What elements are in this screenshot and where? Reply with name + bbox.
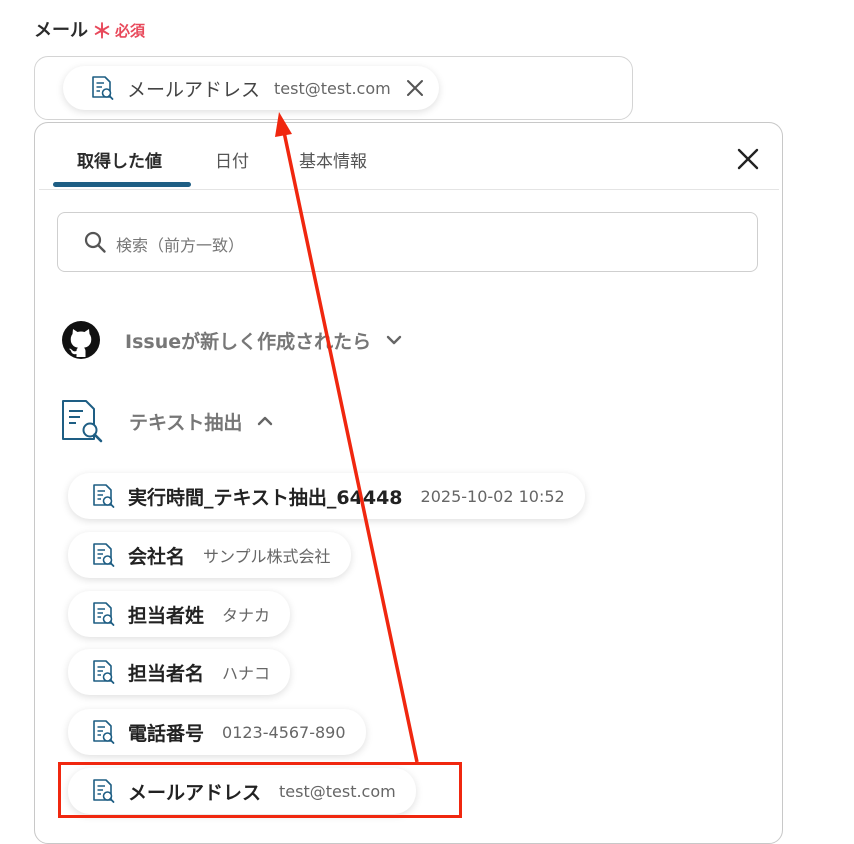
item-name: 担当者姓 [128, 604, 205, 627]
document-search-icon [92, 76, 114, 100]
group-text-extraction[interactable]: テキスト抽出 [61, 399, 274, 443]
group-label: テキスト抽出 [129, 411, 243, 434]
list-item[interactable]: 電話番号 0123-4567-890 [68, 709, 366, 755]
item-value: サンプル株式会社 [203, 547, 331, 566]
tab-basic-info[interactable]: 基本情報 [299, 147, 367, 172]
document-search-icon [93, 543, 115, 567]
list-item[interactable]: 会社名 サンプル株式会社 [68, 532, 351, 578]
remove-icon[interactable] [405, 78, 425, 98]
tab-bar: 取得した値 日付 基本情報 [39, 123, 779, 190]
close-icon[interactable] [737, 148, 759, 170]
tab-retrieved-values[interactable]: 取得した値 [77, 147, 162, 172]
search-input[interactable]: 検索（前方一致） [57, 212, 758, 272]
chevron-down-icon[interactable] [385, 331, 403, 349]
required-label: 必須 [115, 22, 146, 40]
selected-value-chip[interactable]: メールアドレス test@test.com [63, 66, 439, 110]
item-name: 会社名 [128, 545, 186, 568]
item-value: 0123-4567-890 [222, 722, 346, 742]
item-name: 担当者名 [128, 662, 205, 685]
search-icon [84, 231, 106, 253]
selected-chip-name: メールアドレス [127, 78, 261, 101]
document-search-icon [62, 400, 103, 443]
group-label: Issueが新しく作成されたら [125, 330, 372, 353]
item-name: 電話番号 [128, 722, 205, 745]
required-indicator: ＊必須 [92, 19, 146, 43]
field-label: メール＊必須 [34, 15, 145, 44]
github-icon [62, 321, 100, 359]
list-item[interactable]: 担当者姓 タナカ [68, 591, 291, 637]
item-value: タナカ [222, 606, 271, 625]
search-placeholder: 検索（前方一致） [116, 236, 245, 255]
annotation-highlight-box [58, 762, 462, 818]
value-picker-panel: 取得した値 日付 基本情報 検索（前方一致） Issueが新しく作成されたら テ… [34, 122, 783, 844]
item-value: 2025-10-02 10:52 [420, 486, 565, 506]
selected-chip-value: test@test.com [274, 78, 391, 98]
chevron-up-icon[interactable] [256, 412, 274, 430]
tab-date[interactable]: 日付 [215, 147, 249, 172]
document-search-icon [93, 602, 115, 626]
active-tab-indicator [53, 182, 191, 187]
document-search-icon [93, 720, 115, 744]
list-item[interactable]: 実行時間_テキスト抽出_64448 2025-10-02 10:52 [68, 473, 585, 519]
item-value: ハナコ [222, 664, 271, 683]
list-item[interactable]: 担当者名 ハナコ [68, 649, 291, 695]
item-name: 実行時間_テキスト抽出_64448 [128, 486, 403, 509]
field-label-text: メール [34, 20, 88, 41]
required-asterisk: ＊ [92, 19, 112, 43]
document-search-icon [93, 660, 115, 684]
document-search-icon [93, 484, 115, 508]
group-github-issue[interactable]: Issueが新しく作成されたら [61, 320, 403, 360]
